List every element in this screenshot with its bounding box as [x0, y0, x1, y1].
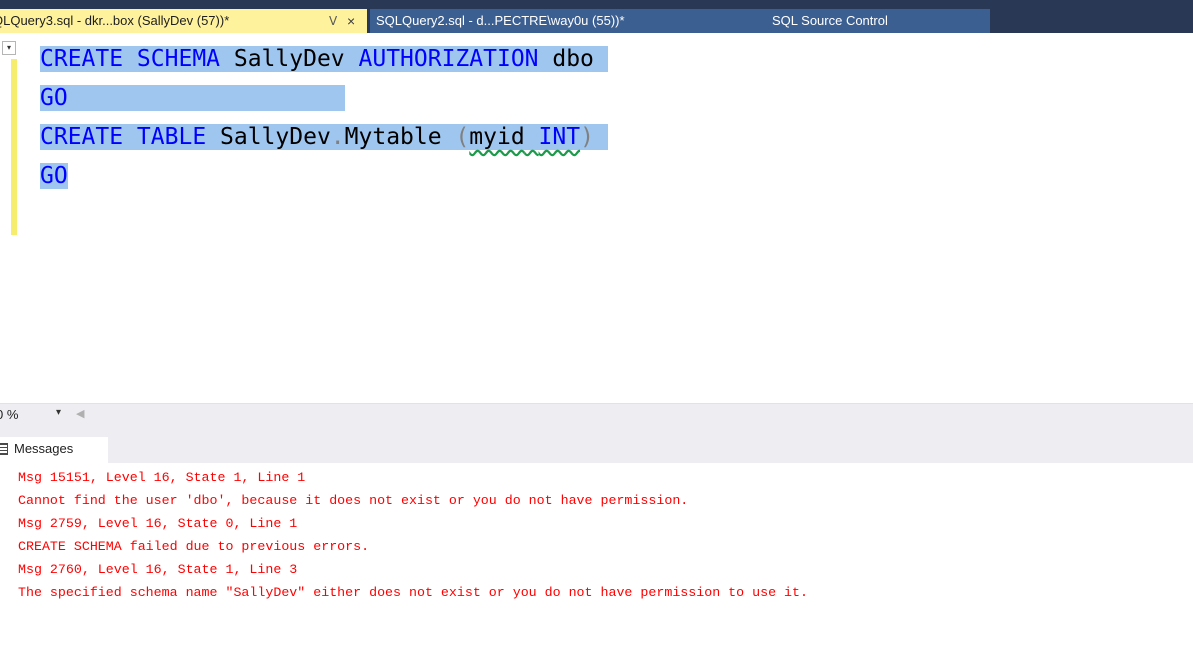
tab-messages[interactable]: Messages [0, 437, 108, 463]
tab-title: QLQuery3.sql - dkr...box (SallyDev (57))… [0, 13, 230, 28]
code-line-4[interactable]: GO [40, 160, 68, 192]
keyword: INT [538, 124, 581, 150]
tab-label: Messages [14, 441, 74, 456]
keyword: AUTHORIZATION [358, 46, 539, 72]
message-line: Msg 2760, Level 16, State 1, Line 3 [18, 562, 298, 577]
change-tracking-bar [11, 59, 17, 235]
message-line: Msg 2759, Level 16, State 0, Line 1 [18, 516, 298, 531]
tab-sqlquery2[interactable]: SQLQuery2.sql - d...PECTRE\way0u (55))* [370, 9, 756, 33]
tab-title: SQL Source Control [772, 13, 888, 28]
messages-pane[interactable]: Msg 15151, Level 16, State 1, Line 1 Can… [0, 463, 1193, 670]
tab-title: SQLQuery2.sql - d...PECTRE\way0u (55))* [376, 13, 625, 28]
identifier: Mytable [344, 124, 456, 150]
identifier: dbo [538, 46, 594, 72]
chevron-down-icon[interactable]: ▾ [56, 407, 61, 418]
zoom-bar: 0 % ▾ ◀ [0, 403, 1193, 428]
code-line-3[interactable]: CREATE TABLE SallyDev.Mytable (myid INT) [40, 121, 608, 153]
identifier-squiggle: myid [469, 124, 525, 150]
close-icon[interactable]: × [347, 9, 355, 33]
identifier: SallyDev [220, 46, 359, 72]
code-line-2[interactable]: GO [40, 82, 345, 114]
paren-close: ) [580, 124, 594, 150]
messages-icon [0, 443, 8, 455]
zoom-level[interactable]: 0 % [0, 407, 18, 422]
results-tab-strip: Messages [0, 427, 1193, 463]
collapse-toggle-icon[interactable]: ▾ [2, 41, 16, 55]
code-line-1[interactable]: CREATE SCHEMA SallyDev AUTHORIZATION dbo [40, 43, 608, 75]
keyword: GO [40, 85, 68, 111]
pin-icon[interactable]: ⴸ [329, 9, 337, 33]
message-line: Cannot find the user 'dbo', because it d… [18, 493, 689, 508]
paren-open: ( [455, 124, 470, 150]
keyword: CREATE TABLE [40, 124, 207, 150]
keyword: CREATE SCHEMA [40, 46, 221, 72]
dot-operator: . [330, 124, 345, 150]
identifier: SallyDev [206, 124, 331, 150]
keyword: GO [40, 163, 68, 189]
scroll-left-icon[interactable]: ◀ [76, 407, 84, 420]
message-line: The specified schema name "SallyDev" eit… [18, 585, 808, 600]
tab-sql-source-control[interactable]: SQL Source Control [750, 9, 990, 33]
document-tab-strip: QLQuery3.sql - dkr...box (SallyDev (57))… [0, 0, 1193, 33]
query-editor[interactable]: ▾ CREATE SCHEMA SallyDev AUTHORIZATION d… [0, 33, 1193, 403]
tab-sqlquery3[interactable]: QLQuery3.sql - dkr...box (SallyDev (57))… [0, 9, 367, 33]
message-line: CREATE SCHEMA failed due to previous err… [18, 539, 370, 554]
space [524, 124, 539, 150]
message-line: Msg 15151, Level 16, State 1, Line 1 [18, 470, 306, 485]
